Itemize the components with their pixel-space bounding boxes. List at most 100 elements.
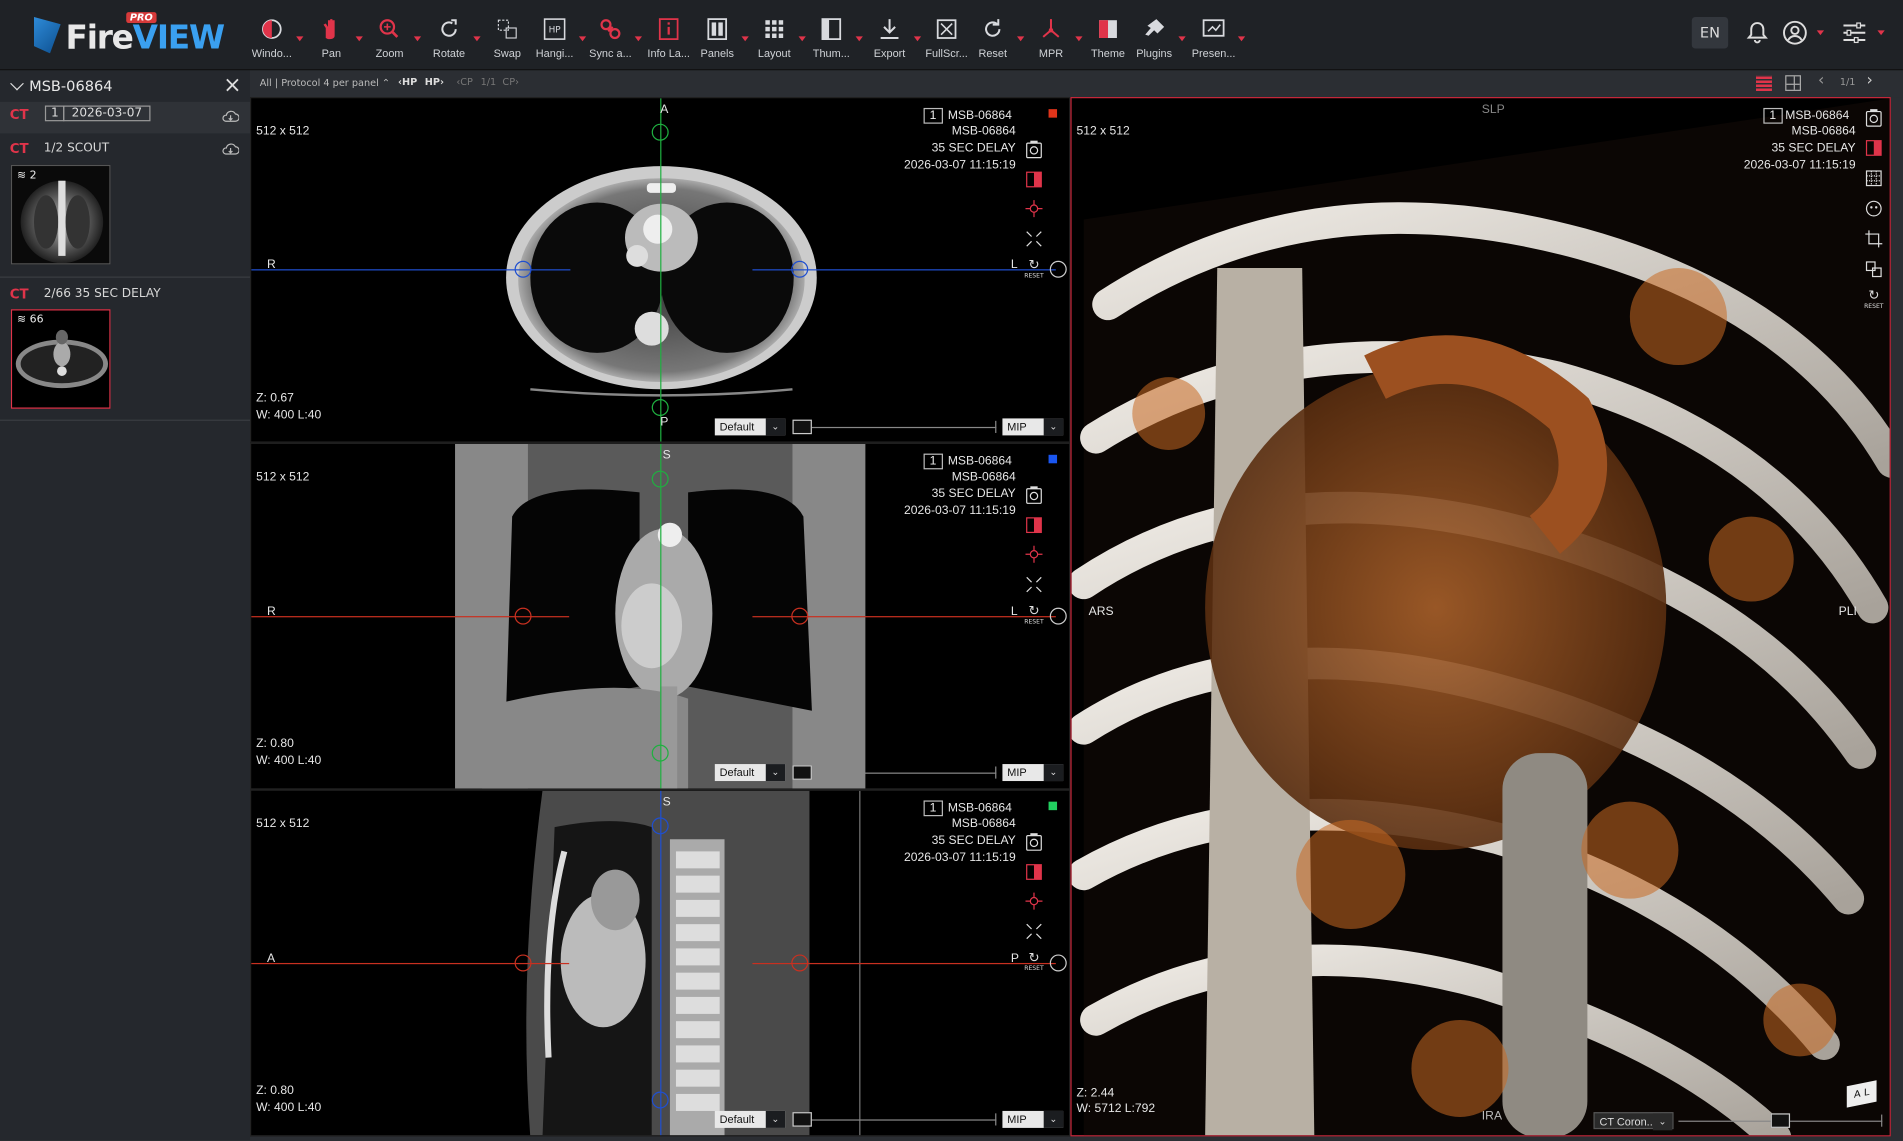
swap-icon <box>497 19 517 39</box>
snapshot-icon[interactable] <box>1024 832 1043 851</box>
dropdown-arrow-icon[interactable] <box>296 36 304 42</box>
dropdown-arrow-icon[interactable] <box>1237 36 1246 42</box>
tile-view-icon[interactable] <box>1785 75 1801 91</box>
slab-slider[interactable] <box>792 418 997 435</box>
crosshair-icon[interactable] <box>1024 545 1043 564</box>
reset-button[interactable]: ↻ RESET <box>1023 950 1045 977</box>
study-row[interactable]: CT 1 2026-03-07 <box>0 101 251 134</box>
crosshair-icon[interactable] <box>1024 199 1043 218</box>
toolbar-panels-button[interactable]: Panels <box>689 16 749 65</box>
crosshair-handle[interactable] <box>1049 954 1067 972</box>
viewport-volume-render[interactable]: 512 x 512 SLP IRA ARS PLI Z: 2.44 W: 571… <box>1070 97 1891 1137</box>
cloud-download-icon[interactable] <box>222 143 240 155</box>
zoom-readout: Z: 0.67 <box>256 391 294 406</box>
reset-button[interactable]: ↻ RESET <box>1023 257 1045 284</box>
user-menu-arrow[interactable] <box>1816 30 1825 36</box>
series-item[interactable]: CT 1/2 SCOUT ≋ 2 <box>0 138 250 274</box>
cp-next-button[interactable]: CP› <box>502 76 519 87</box>
grid-view-icon[interactable] <box>1756 75 1772 91</box>
toolbar-layout-button[interactable]: Layout <box>746 16 806 65</box>
toolbar-plugins-button[interactable]: Plugins <box>1126 16 1186 65</box>
compare-icon[interactable] <box>1024 862 1043 881</box>
crosshair-handle[interactable] <box>1049 260 1067 278</box>
preset-select[interactable]: Default ⌄ <box>714 418 786 436</box>
toolbar-windo-button[interactable]: Windo... <box>244 16 304 65</box>
crosshair-handle[interactable] <box>1049 607 1067 625</box>
crosshair-handle[interactable] <box>651 399 669 416</box>
reset-button[interactable]: ↻ RESET <box>1863 287 1885 314</box>
preset-select[interactable]: Default ⌄ <box>714 1110 786 1128</box>
crosshair-handle[interactable] <box>791 260 809 278</box>
render-mode-select[interactable]: MIP ⌄ <box>1002 1110 1064 1128</box>
crosshair-handle[interactable] <box>651 470 669 488</box>
dropdown-arrow-icon[interactable] <box>1178 36 1186 42</box>
user-account-icon[interactable] <box>1780 18 1809 47</box>
viewport-sagittal[interactable]: 512 x 512 S A P Z: 0.80 W: 400 L:40 1 MS… <box>250 789 1071 1137</box>
series-item[interactable]: CT 2/66 35 SEC DELAY ≋ 66 <box>0 284 250 420</box>
study-number: 1 <box>44 105 65 122</box>
crosshair-handle[interactable] <box>651 1091 669 1109</box>
page-next-icon[interactable]: › <box>1867 72 1873 90</box>
snapshot-icon[interactable] <box>1024 139 1043 159</box>
crop-icon[interactable] <box>1864 229 1883 248</box>
toolbar-export-button[interactable]: Export <box>862 16 922 65</box>
render-mode-select[interactable]: MIP ⌄ <box>1002 764 1064 782</box>
collapse-chevron-icon[interactable] <box>10 76 24 91</box>
snapshot-icon[interactable] <box>1864 108 1883 127</box>
crosshair-icon[interactable] <box>1024 891 1043 910</box>
study-header[interactable]: MSB-06864 × <box>0 70 250 102</box>
reset-button[interactable]: ↻ RESET <box>1023 603 1045 630</box>
settings-menu-arrow[interactable] <box>1877 30 1885 36</box>
slab-slider[interactable] <box>792 764 997 781</box>
grid-overlay-icon[interactable] <box>1864 169 1883 188</box>
hp-prev-button[interactable]: ‹HP <box>398 76 417 87</box>
cp-prev-button[interactable]: ‹CP <box>456 76 473 87</box>
series-thumbnail-scout[interactable]: ≋ 2 <box>10 164 111 265</box>
toolbar-pan-button[interactable]: Pan <box>303 16 363 65</box>
compare-icon[interactable] <box>1864 138 1883 157</box>
toolbar-infola-button[interactable]: Info La... <box>641 16 697 65</box>
series-thumbnail-delay[interactable]: ≋ 66 <box>10 309 111 409</box>
toolbar-presen-button[interactable]: Presen... <box>1186 16 1246 65</box>
compare-icon[interactable] <box>1024 515 1043 534</box>
snapshot-icon[interactable] <box>1024 485 1043 504</box>
viewport-coronal[interactable]: 512 x 512 S R L Z: 0.80 W: 400 L:40 1 MS… <box>250 442 1071 790</box>
crosshair-handle[interactable] <box>514 607 532 625</box>
language-button[interactable]: EN <box>1691 16 1729 49</box>
toolbar-synca-button[interactable]: Sync a... <box>583 16 642 65</box>
crosshair-handle[interactable] <box>514 260 532 278</box>
viewport-axial[interactable]: 512 x 512 A P R L Z: 0.67 W: 400 L:40 1 … <box>250 97 1071 443</box>
toolbar-rotate-button[interactable]: Rotate <box>421 16 481 65</box>
protocol-selector[interactable]: All | Protocol 4 per panel ⌃ <box>260 78 390 89</box>
dropdown-arrow-icon[interactable] <box>413 36 422 42</box>
crosshair-handle[interactable] <box>791 607 809 625</box>
face-mask-icon[interactable] <box>1864 199 1883 218</box>
bell-icon[interactable] <box>1743 18 1772 47</box>
clip-plane-icon[interactable] <box>1864 260 1883 279</box>
crosshair-handle[interactable] <box>651 123 669 141</box>
toolbar-reset-button[interactable]: Reset <box>965 16 1025 65</box>
minimize-icon[interactable] <box>1024 575 1043 594</box>
page-prev-icon[interactable]: ‹ <box>1818 72 1824 90</box>
volume-preset-select[interactable]: CT Coron... ⌄ <box>1593 1112 1674 1131</box>
crosshair-handle[interactable] <box>791 954 809 972</box>
toolbar-zoom-button[interactable]: Zoom <box>362 16 422 65</box>
crosshair-handle[interactable] <box>514 954 532 972</box>
cloud-download-icon[interactable] <box>222 110 240 122</box>
close-icon[interactable]: × <box>223 73 241 98</box>
hp-next-button[interactable]: HP› <box>425 76 444 87</box>
toolbar-mpr-button[interactable]: MPR <box>1023 16 1083 65</box>
minimize-icon[interactable] <box>1024 229 1043 248</box>
compare-icon[interactable] <box>1024 170 1043 189</box>
acquisition-datetime: 2026-03-07 11:15:19 <box>903 504 1016 518</box>
toolbar-hangi-button[interactable]: HP Hangi... <box>527 16 587 65</box>
render-mode-select[interactable]: MIP ⌄ <box>1002 418 1064 436</box>
toolbar-thum-button[interactable]: Thum... <box>803 16 863 65</box>
opacity-slider[interactable] <box>1678 1112 1883 1129</box>
preset-select[interactable]: Default ⌄ <box>714 764 786 782</box>
minimize-icon[interactable] <box>1024 922 1043 941</box>
settings-sliders-icon[interactable] <box>1840 18 1869 47</box>
crosshair-handle[interactable] <box>651 744 669 762</box>
slab-slider[interactable] <box>792 1111 997 1128</box>
crosshair-handle[interactable] <box>651 817 669 835</box>
